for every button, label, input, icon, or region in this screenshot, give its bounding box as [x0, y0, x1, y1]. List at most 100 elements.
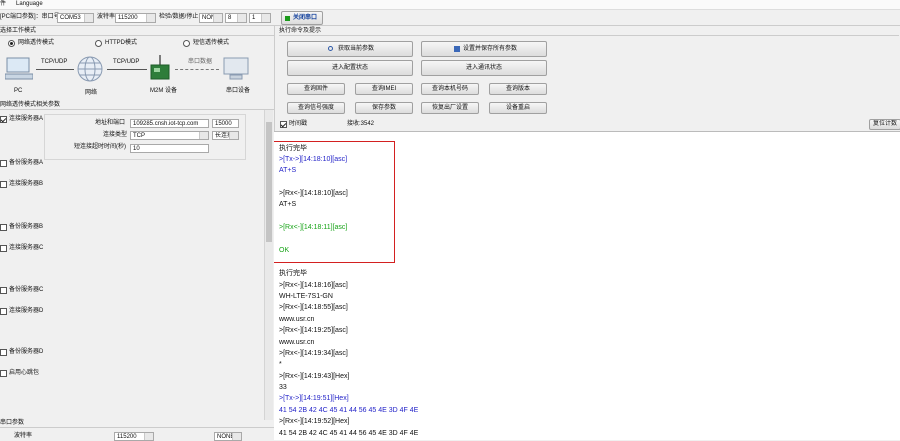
reset-count-button[interactable]: 复位计数 [869, 119, 900, 130]
server-c-label: 连接服务器C [9, 245, 44, 251]
mode-label-httpd: HTTPD模式 [105, 40, 137, 46]
firmware-button[interactable]: 查询固件 [287, 83, 345, 95]
restart-button[interactable]: 设备重启 [489, 102, 547, 114]
arrow-line-1 [36, 69, 74, 70]
terminal-output[interactable]: 执行完毕 >[Tx->][14:18:10][asc] AT+S >[Rx<-][14… [274, 131, 900, 440]
backup-c-checkbox[interactable] [0, 287, 7, 294]
server-b-label: 连接服务器B [9, 181, 44, 187]
type-label: 连接类型 [103, 132, 128, 138]
backup-c-label: 备份服务器C [9, 287, 44, 293]
terminal-line: >[Rx<-][14:18:55][asc] [279, 304, 348, 311]
terminal-line: 41 54 2B 42 4C 45 41 44 56 45 4E 3D 4F 4… [279, 407, 419, 414]
server-d-checkbox[interactable] [0, 308, 7, 315]
port-input[interactable]: 15000 [212, 119, 239, 128]
work-mode-title: 选择工作模式 [0, 27, 274, 36]
mode-radio-sms[interactable] [183, 40, 190, 47]
arrow-line-2 [107, 69, 147, 70]
heartbeat-checkbox[interactable] [0, 370, 7, 377]
backup-a-checkbox[interactable] [0, 160, 7, 167]
arrow-line-3 [175, 69, 219, 70]
mode-radio-net[interactable] [8, 40, 15, 47]
baud-select[interactable]: 115200 [115, 13, 156, 23]
backup-b-label: 备份服务器B [9, 224, 44, 230]
pc-label: PC [14, 88, 23, 94]
recv-count: 接收:3542 [347, 121, 375, 127]
server-b-checkbox[interactable] [0, 181, 7, 188]
terminal-line: 33 [279, 384, 287, 391]
m2m-device-icon [150, 55, 170, 80]
highlight-box [274, 141, 395, 263]
close-port-label: 关闭串口 [293, 15, 318, 21]
addr-label: 地址和端口 [95, 120, 126, 126]
terminal-line: >[Rx<-][14:19:43][Hex] [279, 373, 350, 380]
terminal-line: >[Rx<-][14:19:25][asc] [279, 327, 348, 334]
search-icon [328, 46, 333, 51]
port-select[interactable]: COM53 [57, 13, 94, 23]
query-version-button[interactable]: 查询版本 [489, 83, 547, 95]
menu-item-file[interactable]: 文件 [0, 0, 6, 9]
backup-d-checkbox[interactable] [0, 349, 7, 356]
left-scrollbar-thumb[interactable] [266, 122, 272, 242]
addr-input[interactable]: 109285.cnsh.iot-tcp.com [130, 119, 209, 128]
mode-label-net: 网络透传模式 [18, 40, 55, 46]
server-c-checkbox[interactable] [0, 245, 7, 252]
heartbeat-label: 启用心跳包 [9, 370, 40, 376]
globe-icon [77, 56, 103, 82]
enter-comm-button[interactable]: 进入通讯状态 [421, 60, 547, 76]
timestamp-label: 时间戳 [289, 121, 308, 127]
save-all-button[interactable]: 设置并保存所有参数 [421, 41, 547, 57]
server-d-label: 连接服务器D [9, 308, 44, 314]
factory-reset-button[interactable]: 恢复出厂设置 [421, 102, 479, 114]
terminal-line: >[Rx<-][14:19:34][asc] [279, 350, 348, 357]
terminal-line: www.usr.cn [279, 316, 315, 323]
conn-select[interactable]: 长连接 [212, 131, 239, 140]
get-params-button[interactable]: 获取当前参数 [287, 41, 413, 57]
backup-d-label: 备份服务器D [9, 349, 44, 355]
menu-bar: 文件 Language [0, 0, 900, 10]
port-status-icon [285, 16, 290, 21]
save-params-button[interactable]: 保存参数 [355, 102, 413, 114]
terminal-line: 41 54 2B 42 4C 45 41 44 56 45 4E 3D 4F 4… [279, 430, 419, 437]
query-signal-button[interactable]: 查询信号强度 [287, 102, 345, 114]
mode-label-sms: 短信透传模式 [193, 40, 230, 46]
enter-config-button[interactable]: 进入配置状态 [287, 60, 413, 76]
terminal-line: >[Tx->][14:19:51][Hex] [279, 395, 349, 402]
terminal-line: * [279, 361, 282, 368]
port-label: [PC端口参数]：串口号 [0, 14, 60, 20]
local-number-button[interactable]: 查询本机号码 [421, 83, 479, 95]
terminal-line: www.usr.cn [279, 339, 315, 346]
get-params-label: 获取当前参数 [337, 46, 374, 52]
parity-select[interactable]: NONE [199, 13, 223, 23]
left-scrollbar[interactable] [264, 110, 273, 420]
tcp-label-1: TCP/UDP [41, 59, 68, 65]
imei-button[interactable]: 查询IMEI [355, 83, 413, 95]
close-port-button[interactable]: 关闭串口 [281, 11, 323, 25]
serial-params-title: 串口参数 [0, 419, 274, 428]
timestamp-checkbox[interactable] [280, 121, 287, 128]
server-a-checkbox[interactable] [0, 116, 7, 123]
right-panel: 执行命令及提示 获取当前参数 设置并保存所有参数 进入配置状态 进入通讯状态 查… [274, 26, 900, 131]
serial-device-label: 串口设备 [226, 88, 251, 94]
save-all-label: 设置并保存所有参数 [462, 46, 517, 52]
backup-b-checkbox[interactable] [0, 224, 7, 231]
baud-label: 波特率 [97, 14, 116, 20]
type-select[interactable]: TCP [130, 131, 209, 140]
timeout-input[interactable]: 10 [130, 144, 209, 153]
terminal-line: >[Rx<-][14:19:52][Hex] [279, 418, 350, 425]
server-a-label: 连接服务器A [9, 116, 44, 122]
mode-radio-httpd[interactable] [95, 40, 102, 47]
m2m-label: M2M 设备 [150, 88, 178, 94]
stopbits-select[interactable]: 1 [249, 13, 271, 23]
parity-label: 检验/数据/停止 [159, 14, 199, 20]
left-panel: 选择工作模式 网络透传模式 HTTPD模式 短信透传模式 PC TCP/UDP … [0, 26, 274, 441]
terminal-line: 执行完毕 [279, 270, 307, 277]
menu-item-language[interactable]: Language [16, 0, 43, 9]
network-diagram: PC TCP/UDP 网络 TCP/UDP M2M 设备 串口数据 串口设备 [0, 51, 274, 99]
terminal-line: WH-LTE-7S1-GN [279, 293, 333, 300]
timeout-label: 短连接超时时间(秒) [74, 144, 126, 150]
serial-device-icon [223, 57, 249, 80]
tcp-label-2: TCP/UDP [113, 59, 140, 65]
sms-data-label: 串口数据 [188, 59, 213, 65]
databits-select[interactable]: 8 [225, 13, 247, 23]
params-title: 网络透传模式相关参数 [0, 101, 274, 110]
